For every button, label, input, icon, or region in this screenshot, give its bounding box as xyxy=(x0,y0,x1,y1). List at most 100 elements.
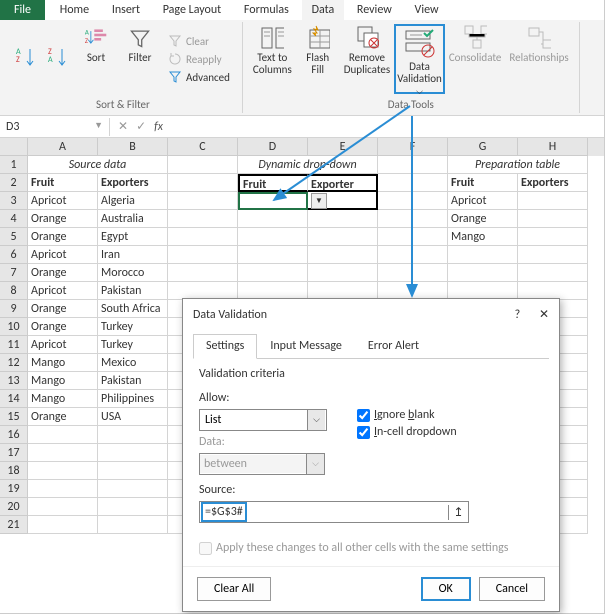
cell[interactable] xyxy=(168,228,238,246)
row-header[interactable]: 5 xyxy=(0,228,28,246)
cell[interactable]: Fruit xyxy=(28,174,98,192)
cell[interactable] xyxy=(168,264,238,282)
col-header[interactable]: A xyxy=(28,138,98,156)
row-header[interactable]: 1 xyxy=(0,156,28,174)
tab-settings[interactable]: Settings xyxy=(193,334,257,359)
cell[interactable] xyxy=(378,264,448,282)
cell[interactable]: Orange xyxy=(28,210,98,228)
sort-button[interactable]: AZSort xyxy=(74,24,118,94)
row-header[interactable]: 15 xyxy=(0,408,28,426)
cell[interactable]: Turkey xyxy=(98,336,168,354)
row-header[interactable]: 8 xyxy=(0,282,28,300)
cell[interactable] xyxy=(238,228,308,246)
cell[interactable] xyxy=(168,192,238,210)
sort-az-button[interactable]: AZ xyxy=(10,45,42,73)
col-header[interactable]: F xyxy=(378,138,448,156)
cell[interactable]: South Africa xyxy=(98,300,168,318)
row-header[interactable]: 19 xyxy=(0,480,28,498)
allow-combo[interactable]: ⌵ xyxy=(199,409,327,431)
data-validation-button[interactable]: Data Validation⌵ xyxy=(394,24,445,94)
cell[interactable] xyxy=(28,498,98,516)
clear-filter-button[interactable]: Clear xyxy=(166,33,232,49)
cell[interactable] xyxy=(378,246,448,264)
row-header[interactable]: 14 xyxy=(0,390,28,408)
tab-formulas[interactable]: Formulas xyxy=(234,0,299,20)
select-all-corner[interactable] xyxy=(0,138,28,156)
cell[interactable]: Fruit xyxy=(238,174,308,192)
tab-pagelayout[interactable]: Page Layout xyxy=(153,0,231,20)
cell[interactable]: Apricot xyxy=(448,192,518,210)
row-header[interactable]: 4 xyxy=(0,210,28,228)
cell[interactable] xyxy=(168,174,238,192)
cell[interactable]: Orange xyxy=(28,408,98,426)
range-picker-icon[interactable]: ↥ xyxy=(448,505,468,520)
row-header[interactable]: 21 xyxy=(0,516,28,534)
cell[interactable]: Dynamic drop-down xyxy=(238,156,378,174)
cell[interactable] xyxy=(448,246,518,264)
cell[interactable] xyxy=(98,498,168,516)
cell[interactable] xyxy=(238,210,308,228)
cell[interactable] xyxy=(168,246,238,264)
clear-all-button[interactable]: Clear All xyxy=(197,577,271,601)
in-cell-dropdown-checkbox[interactable]: In-cell dropdown xyxy=(357,425,457,439)
cell[interactable]: Pakistan xyxy=(98,282,168,300)
dropdown-handle[interactable]: ▼ xyxy=(311,193,327,209)
cell[interactable] xyxy=(238,264,308,282)
cell[interactable] xyxy=(518,192,588,210)
row-header[interactable]: 10 xyxy=(0,318,28,336)
cell[interactable]: Algeria xyxy=(98,192,168,210)
cell[interactable]: Exporters xyxy=(518,174,588,192)
row-header[interactable]: 13 xyxy=(0,372,28,390)
cell[interactable]: Morocco xyxy=(98,264,168,282)
flash-fill-button[interactable]: Flash Fill xyxy=(296,24,340,94)
row-header[interactable]: 2 xyxy=(0,174,28,192)
row-header[interactable]: 9 xyxy=(0,300,28,318)
cell[interactable]: Philippines xyxy=(98,390,168,408)
cell[interactable]: USA xyxy=(98,408,168,426)
cell[interactable]: Exporters xyxy=(98,174,168,192)
row-header[interactable]: 3 xyxy=(0,192,28,210)
source-input[interactable]: =$G$3# ↥ xyxy=(199,501,469,523)
cell[interactable] xyxy=(518,210,588,228)
cell[interactable]: Egypt xyxy=(98,228,168,246)
row-header[interactable]: 17 xyxy=(0,444,28,462)
reapply-button[interactable]: Reapply xyxy=(166,51,232,67)
cell[interactable] xyxy=(448,264,518,282)
cell[interactable]: Apricot xyxy=(28,246,98,264)
cell[interactable]: Iran xyxy=(98,246,168,264)
cell[interactable] xyxy=(308,246,378,264)
cell[interactable] xyxy=(378,210,448,228)
row-header[interactable]: 11 xyxy=(0,336,28,354)
help-button[interactable]: ? xyxy=(515,308,521,322)
tab-insert[interactable]: Insert xyxy=(102,0,150,20)
tab-error-alert[interactable]: Error Alert xyxy=(355,334,432,358)
tab-view[interactable]: View xyxy=(405,0,449,20)
cell[interactable] xyxy=(28,480,98,498)
cell[interactable]: Orange xyxy=(28,318,98,336)
chevron-down-icon[interactable]: ⌵ xyxy=(307,410,325,430)
cell[interactable]: Orange xyxy=(28,228,98,246)
close-button[interactable]: ✕ xyxy=(539,308,549,322)
cell[interactable]: Orange xyxy=(448,210,518,228)
cell[interactable]: Mango xyxy=(28,390,98,408)
cell[interactable] xyxy=(168,156,238,174)
cell[interactable] xyxy=(28,444,98,462)
row-header[interactable]: 6 xyxy=(0,246,28,264)
cell[interactable]: Preparation table xyxy=(448,156,588,174)
row-header[interactable]: 20 xyxy=(0,498,28,516)
cell[interactable] xyxy=(28,516,98,534)
cell[interactable] xyxy=(378,174,448,192)
row-header[interactable]: 16 xyxy=(0,426,28,444)
cell[interactable] xyxy=(98,462,168,480)
cell[interactable] xyxy=(378,156,448,174)
cancel-button[interactable]: Cancel xyxy=(479,577,545,601)
cell[interactable]: Pakistan xyxy=(98,372,168,390)
cell[interactable]: Mango xyxy=(28,372,98,390)
consolidate-button[interactable]: Consolidate xyxy=(445,24,506,94)
cell[interactable] xyxy=(518,264,588,282)
col-header[interactable]: B xyxy=(98,138,168,156)
col-header[interactable]: G xyxy=(448,138,518,156)
relationships-button[interactable]: Relationships xyxy=(505,24,572,94)
cell[interactable] xyxy=(308,210,378,228)
cell[interactable] xyxy=(98,480,168,498)
